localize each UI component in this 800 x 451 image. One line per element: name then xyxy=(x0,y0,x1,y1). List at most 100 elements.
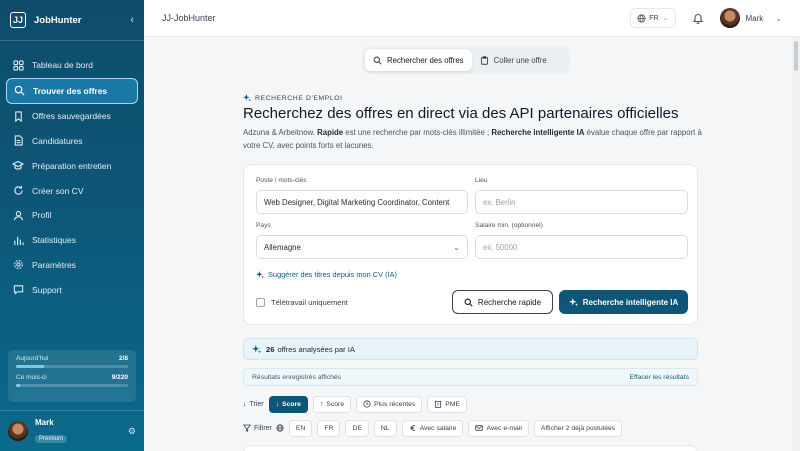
sort-recent[interactable]: Plus récentes xyxy=(356,395,423,413)
chevron-left-icon[interactable]: ‹ xyxy=(130,14,134,26)
saved-results-notice: Résultats enregistrés affichés Effacer l… xyxy=(243,368,698,386)
sidebar-user[interactable]: Mark Premium ⚙ xyxy=(0,410,144,451)
country-value: Allemagne xyxy=(264,242,301,252)
lead-text-2: est une recherche par mots-clés illimité… xyxy=(343,128,492,137)
quota-month-value: 9/220 xyxy=(111,374,128,381)
filter-label-text: Filtrer xyxy=(254,424,272,432)
section-kicker: RECHERCHE D'EMPLOI xyxy=(243,94,343,102)
file-icon xyxy=(12,135,24,147)
sort-sme[interactable]: PME xyxy=(427,395,468,413)
kicker-text: RECHERCHE D'EMPLOI xyxy=(255,94,343,102)
sort-option-label: Score xyxy=(282,400,301,408)
bell-icon[interactable] xyxy=(692,11,706,25)
globe-icon xyxy=(637,13,646,23)
filter-with-salary[interactable]: Avec salaire xyxy=(401,419,464,437)
filter-lang-en[interactable]: EN xyxy=(288,419,313,437)
language-select[interactable]: FR ⌄ xyxy=(630,8,676,28)
sidebar: JJ JobHunter ‹ Tableau de bord Trouver d… xyxy=(0,0,144,451)
brand: JJ JobHunter ‹ xyxy=(0,0,144,40)
keywords-input[interactable]: Web Designer, Digital Marketing Coordina… xyxy=(256,190,468,214)
sidebar-item-label: Paramètres xyxy=(32,259,76,270)
sort-option-label: Score xyxy=(326,400,345,408)
scrollbar[interactable] xyxy=(792,37,800,451)
scrollbar-thumb[interactable] xyxy=(794,41,798,71)
app-title: JJ-JobHunter xyxy=(162,13,216,23)
page-description: Adzuna & Arbeitnow. Rapide est une reche… xyxy=(243,127,703,152)
filter-lang-de[interactable]: DE xyxy=(345,419,369,437)
location-input[interactable]: ex. Berlin xyxy=(475,190,688,214)
sidebar-item-label: Offres sauvegardées xyxy=(32,111,111,122)
sidebar-item-settings[interactable]: Paramètres xyxy=(6,253,138,278)
sidebar-user-name: Mark xyxy=(35,417,54,427)
salary-label: Salaire min. (optionnel) xyxy=(475,222,543,229)
sidebar-item-find-jobs[interactable]: Trouver des offres xyxy=(6,77,138,104)
filter-with-email[interactable]: Avec e-mail xyxy=(468,419,529,437)
sidebar-item-label: Profil xyxy=(32,210,52,221)
sort-arrow-icon: ↓ xyxy=(243,400,247,408)
sidebar-item-applications[interactable]: Candidatures xyxy=(6,129,138,154)
result-card[interactable] xyxy=(243,445,698,451)
remote-label: Télétravail uniquement xyxy=(271,298,348,307)
plan-badge: Premium xyxy=(35,434,68,443)
sort-score-asc[interactable]: ↑ Score xyxy=(312,395,352,413)
filter-lang-fr[interactable]: FR xyxy=(317,419,341,437)
tab-label: Rechercher des offres xyxy=(387,55,464,65)
quick-search-button[interactable]: Recherche rapide xyxy=(452,290,553,314)
page-title: Recherchez des offres en direct via des … xyxy=(243,105,679,122)
mail-icon xyxy=(475,425,484,431)
grid-icon xyxy=(12,59,24,71)
user-name: Mark xyxy=(745,13,764,23)
globe-icon xyxy=(276,424,284,432)
sidebar-item-saved-jobs[interactable]: Offres sauvegardées xyxy=(6,104,138,129)
keywords-label: Poste / mots-clés xyxy=(256,177,307,184)
salary-input[interactable]: ex. 50000 xyxy=(475,235,688,259)
gear-icon[interactable]: ⚙ xyxy=(128,426,136,437)
location-label: Lieu xyxy=(475,177,488,184)
topbar: JJ-JobHunter FR ⌄ Mark ⌄ xyxy=(144,0,800,37)
quota-month-bar xyxy=(16,384,128,387)
quota-month-fill xyxy=(16,384,21,387)
sort-option-label: PME xyxy=(445,400,461,408)
sidebar-item-label: Trouver des offres xyxy=(33,85,108,96)
main-content: Rechercher des offres Coller une offre R… xyxy=(144,37,790,451)
clear-results-link[interactable]: Effacer les résultats xyxy=(629,374,689,381)
search-form: Poste / mots-clés Web Designer, Digital … xyxy=(243,164,698,325)
sort-bar: ↓ Trier ↓ Score ↑ Score Plus récentes PME xyxy=(243,395,472,413)
sort-label-text: Trier xyxy=(249,400,264,408)
sidebar-item-dashboard[interactable]: Tableau de bord xyxy=(6,53,138,78)
show-applied-toggle[interactable]: Afficher 2 déjà postulées xyxy=(533,419,623,437)
sparkle-icon xyxy=(243,94,251,102)
chat-icon xyxy=(12,284,24,296)
gear-icon xyxy=(12,259,24,271)
sidebar-item-profile[interactable]: Profil xyxy=(6,203,138,228)
arrow-down-icon: ↓ xyxy=(275,400,280,408)
tab-paste-job[interactable]: Coller une offre xyxy=(472,49,555,71)
sidebar-item-create-cv[interactable]: Créer son CV xyxy=(6,178,138,203)
sidebar-item-interview-prep[interactable]: Préparation entretien xyxy=(6,153,138,178)
results-count-suffix: offres analysées par IA xyxy=(277,344,355,354)
avatar xyxy=(719,8,740,28)
sidebar-item-label: Statistiques xyxy=(32,235,76,246)
tab-search-jobs[interactable]: Rechercher des offres xyxy=(365,49,472,71)
graduation-icon xyxy=(12,160,24,172)
brand-name: JobHunter xyxy=(34,14,82,26)
quota-month-label: Ce mois-ci xyxy=(16,374,47,381)
suggest-titles-link[interactable]: Suggérer des titres depuis mon CV (IA) xyxy=(256,270,397,279)
sort-score-desc[interactable]: ↓ Score xyxy=(268,395,308,413)
filter-lang-nl[interactable]: NL xyxy=(373,419,397,437)
clock-icon xyxy=(363,400,371,408)
filter-label: Filtrer xyxy=(243,424,284,432)
sidebar-item-label: Créer son CV xyxy=(32,185,84,196)
ai-search-button[interactable]: Recherche intelligente IA xyxy=(559,290,688,314)
country-select[interactable]: Allemagne ⌄ xyxy=(256,235,468,259)
euro-icon xyxy=(409,425,415,431)
checkbox[interactable] xyxy=(256,298,265,307)
sidebar-item-support[interactable]: Support xyxy=(6,277,138,302)
sidebar-item-statistics[interactable]: Statistiques xyxy=(6,228,138,253)
user-menu[interactable]: Mark ⌄ xyxy=(719,8,782,28)
remote-only-checkbox[interactable]: Télétravail uniquement xyxy=(256,298,348,307)
bar-chart-icon xyxy=(12,234,24,246)
quota-today-bar xyxy=(16,365,128,368)
ai-search-label: Recherche intelligente IA xyxy=(582,297,679,307)
lead-text-1: Adzuna & Arbeitnow. xyxy=(243,128,318,137)
